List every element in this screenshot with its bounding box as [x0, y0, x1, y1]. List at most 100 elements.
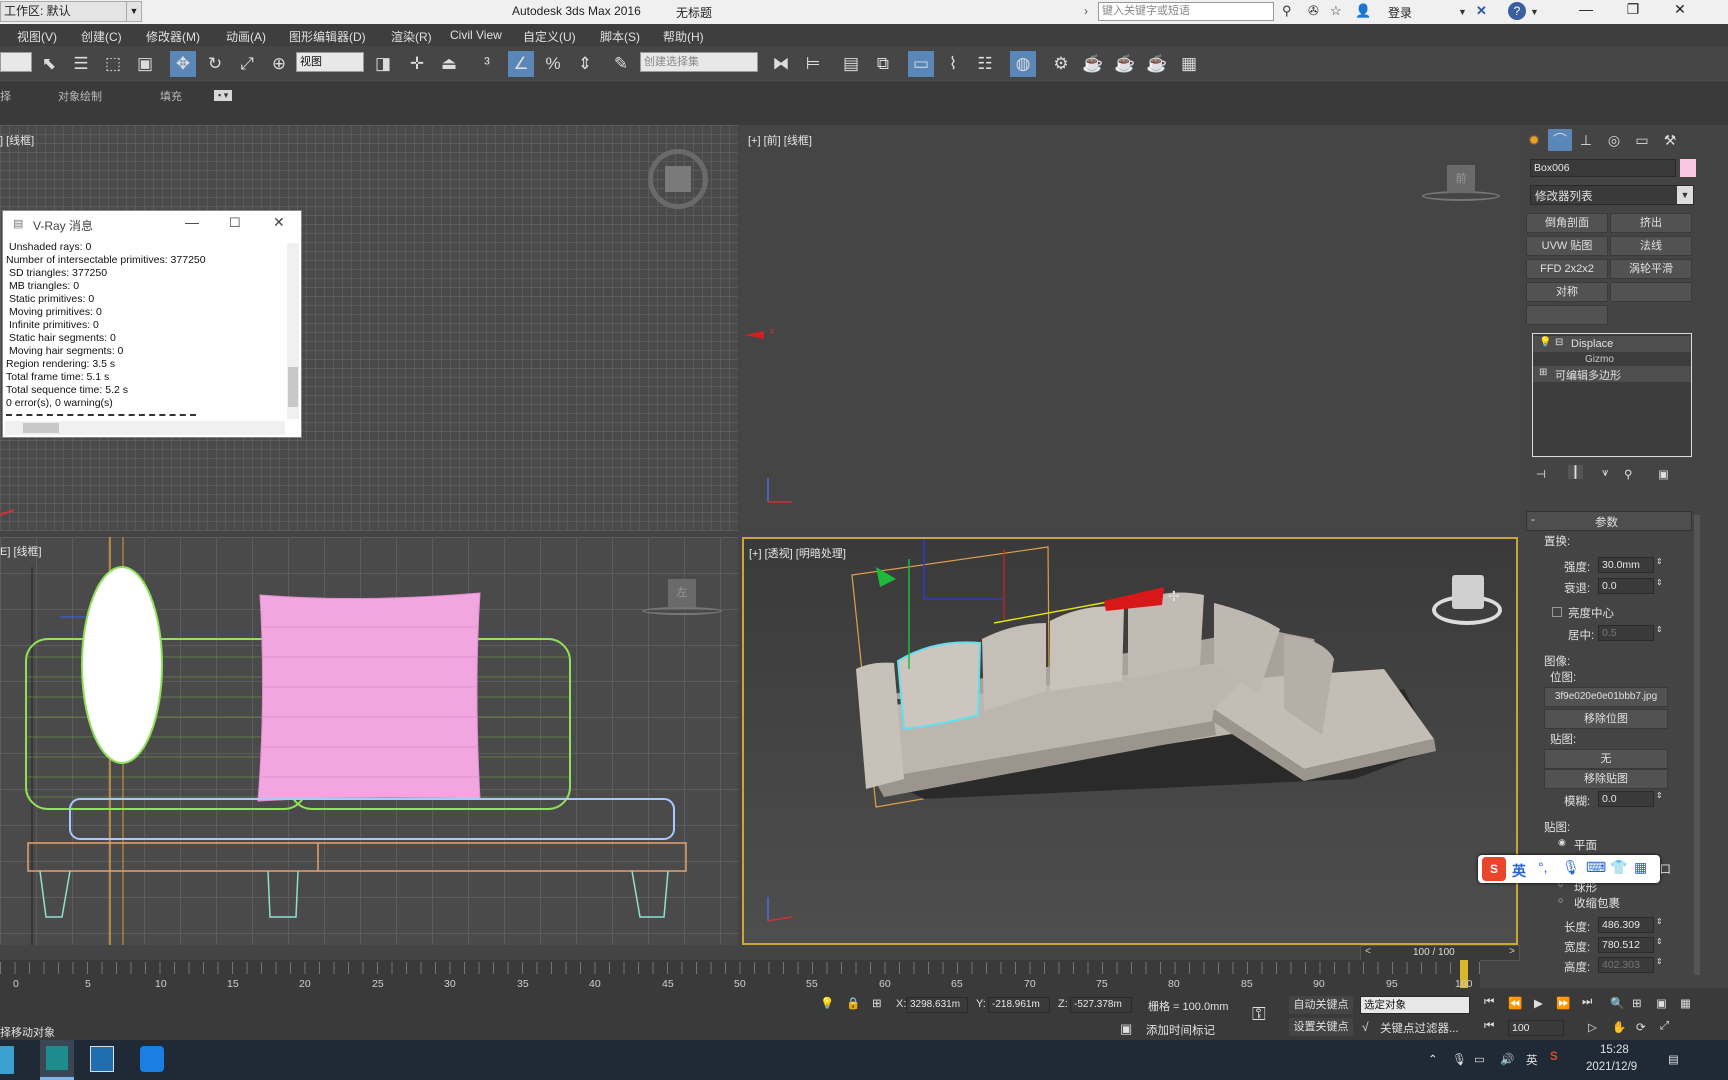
ime-toolbar[interactable]: S 英 °, 🎙 ⌨ 👕 ▦: [1478, 855, 1660, 883]
y-coord-input[interactable]: -218.961m: [988, 997, 1050, 1013]
clock-time[interactable]: 15:28: [1600, 1044, 1629, 1056]
workspace-dropdown[interactable]: 工作区: 默认 ▼: [0, 1, 142, 22]
app-icon[interactable]: [0, 1046, 14, 1074]
key-filter-icon[interactable]: √: [1362, 1020, 1369, 1034]
render-production-icon[interactable]: ☕: [1112, 51, 1138, 77]
exchange-icon[interactable]: ✕: [1476, 3, 1487, 19]
viewport-top-label[interactable]: ] [线框]: [0, 132, 34, 148]
network-icon[interactable]: ▭: [1474, 1052, 1485, 1066]
keyboard-icon[interactable]: ⌨: [1586, 859, 1606, 876]
chevron-down-icon[interactable]: ▼: [1530, 7, 1539, 17]
bulb-icon[interactable]: 💡: [1539, 337, 1551, 348]
modifier-button-bevel-profile[interactable]: 倒角剖面: [1526, 213, 1608, 233]
display-tab-icon[interactable]: ▭: [1630, 129, 1654, 151]
spinner-icon[interactable]: ⇕: [1656, 578, 1663, 587]
restore-icon[interactable]: ❐: [1614, 1, 1652, 18]
login-link[interactable]: 登录: [1388, 4, 1412, 21]
configure-sets-icon[interactable]: ▣: [1658, 467, 1669, 481]
menu-help[interactable]: 帮助(H): [663, 28, 704, 45]
spinner-icon[interactable]: ⇕: [1656, 937, 1663, 946]
viewcube[interactable]: 前: [1447, 165, 1475, 193]
go-to-end-icon[interactable]: ⏭: [1582, 996, 1592, 1009]
modifier-button-normal[interactable]: 法线: [1610, 236, 1692, 256]
curve-editor-icon[interactable]: ⌇: [940, 51, 966, 77]
key-mode-icon[interactable]: ⏮: [1484, 1020, 1494, 1033]
add-time-tag[interactable]: 添加时间标记: [1146, 1022, 1215, 1038]
length-input[interactable]: 486.309: [1598, 917, 1654, 933]
isolate-icon[interactable]: 💡: [820, 996, 834, 1010]
auto-key-button[interactable]: 自动关键点: [1288, 995, 1354, 1015]
menu-create[interactable]: 创建(C): [81, 28, 122, 45]
pan-view-icon[interactable]: ✋: [1612, 1020, 1626, 1034]
zoom-all-icon[interactable]: ⊞: [1632, 996, 1642, 1010]
select-place-icon[interactable]: ⊕: [266, 51, 292, 77]
z-coord-input[interactable]: -527.378m: [1070, 997, 1132, 1013]
modifier-button-extrude[interactable]: 挤出: [1610, 213, 1692, 233]
next-frame-icon[interactable]: ⏩: [1556, 996, 1570, 1010]
edit-named-selection-icon[interactable]: ✎: [608, 51, 634, 77]
skin-icon[interactable]: 👕: [1610, 859, 1627, 876]
sofa-wireframe[interactable]: [0, 537, 738, 945]
lock-icon[interactable]: 🔒: [846, 996, 860, 1010]
maximize-icon[interactable]: ☐: [229, 215, 241, 231]
star-icon[interactable]: ☆: [1330, 3, 1342, 19]
reference-coord-dropdown[interactable]: 视图: [296, 52, 364, 72]
menu-civil-view[interactable]: Civil View: [450, 28, 502, 42]
previous-frame-icon[interactable]: ⏪: [1508, 996, 1522, 1010]
stack-item-displace[interactable]: 💡 ⊟ Displace: [1533, 336, 1691, 352]
modifier-button-empty[interactable]: [1526, 305, 1608, 325]
minimize-icon[interactable]: —: [1567, 1, 1605, 17]
pivot-center-icon[interactable]: ◨: [370, 51, 396, 77]
current-frame-input[interactable]: 100: [1508, 1020, 1564, 1036]
render-cloud-icon[interactable]: ▦: [1176, 51, 1202, 77]
x-coord-input[interactable]: 3298.631m: [906, 997, 968, 1013]
viewcube[interactable]: [665, 166, 691, 192]
autocad-icon[interactable]: [90, 1046, 114, 1072]
play-icon[interactable]: ▶: [1534, 996, 1543, 1010]
select-move-icon[interactable]: ✥: [170, 51, 196, 77]
key-mode-dropdown[interactable]: 选定对象: [1360, 996, 1470, 1014]
vertical-scrollbar[interactable]: [287, 243, 299, 419]
luminance-center-checkbox[interactable]: [1552, 607, 1562, 617]
strength-input[interactable]: 30.0mm: [1598, 557, 1654, 573]
ime-lang[interactable]: 英: [1512, 861, 1526, 881]
spinner-icon[interactable]: ⇕: [1656, 791, 1663, 800]
layer-explorer-icon[interactable]: ▤: [838, 51, 864, 77]
selection-filter-dropdown[interactable]: [0, 52, 32, 72]
help-icon[interactable]: ?: [1508, 2, 1526, 20]
create-tab-icon[interactable]: ✹: [1522, 129, 1546, 151]
vray-message-window[interactable]: ▤ V-Ray 消息 — ☐ ✕ Unshaded rays: 0 Number…: [2, 210, 302, 438]
material-editor-icon[interactable]: ◍: [1010, 51, 1036, 77]
chevron-right-icon[interactable]: ›: [1084, 4, 1088, 18]
microphone-icon[interactable]: 🎙: [1562, 859, 1580, 876]
close-icon[interactable]: ✕: [273, 214, 285, 231]
transform-mode-icon[interactable]: ⊞: [872, 996, 882, 1010]
object-name-field[interactable]: Box006: [1530, 159, 1676, 177]
mirror-icon[interactable]: ⧓: [768, 51, 794, 77]
spinner-icon[interactable]: ⇕: [1656, 917, 1663, 926]
taskbar-ime-lang[interactable]: 英: [1526, 1052, 1538, 1068]
panel-scrollbar[interactable]: [1694, 515, 1700, 975]
viewport-left[interactable]: E] [线框] 左: [0, 537, 738, 945]
stack-item-gizmo[interactable]: Gizmo: [1585, 354, 1614, 365]
named-selection-dropdown[interactable]: 创建选择集: [640, 52, 758, 72]
radio-planar[interactable]: ◉: [1558, 837, 1566, 848]
horizontal-scrollbar[interactable]: [5, 421, 285, 435]
chevron-down-icon[interactable]: ▼: [1677, 186, 1693, 204]
hierarchy-tab-icon[interactable]: ⊥: [1574, 129, 1598, 151]
object-color-swatch[interactable]: [1680, 159, 1696, 177]
chevron-down-icon[interactable]: ▼: [126, 2, 141, 21]
key-icon[interactable]: ⚿: [1252, 1004, 1266, 1025]
modifier-button-ffd[interactable]: FFD 2x2x2: [1526, 259, 1608, 279]
params-rollout-header[interactable]: - 参数: [1526, 511, 1692, 531]
remove-modifier-icon[interactable]: ⚲: [1624, 467, 1632, 481]
select-by-name-icon[interactable]: ☰: [68, 51, 94, 77]
viewport-front[interactable]: [+] [前] [线框] 前 x: [742, 125, 1518, 531]
show-end-result-icon[interactable]: ┃: [1568, 465, 1583, 479]
keyboard-shortcut-icon[interactable]: ⏏: [436, 51, 462, 77]
set-key-button[interactable]: 设置关键点: [1288, 1017, 1354, 1037]
blur-input[interactable]: 0.0: [1598, 791, 1654, 807]
chevron-left-icon[interactable]: <: [1365, 946, 1371, 957]
radio-shrinkwrap[interactable]: ○: [1558, 895, 1563, 905]
field-of-view-icon[interactable]: ▷: [1588, 1020, 1597, 1034]
